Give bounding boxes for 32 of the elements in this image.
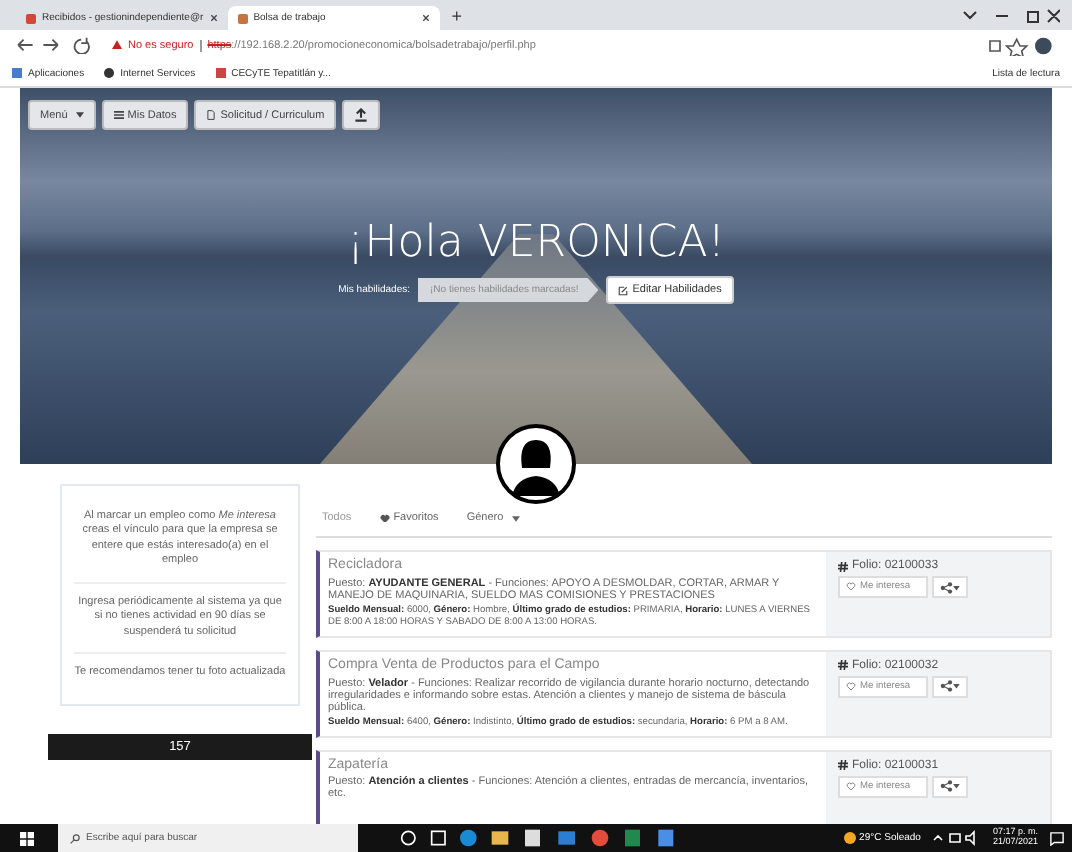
share-icon [940, 581, 961, 593]
windows-start-icon[interactable] [20, 831, 34, 845]
hash-icon [838, 760, 848, 771]
close-icon[interactable] [421, 14, 430, 22]
list-icon [113, 110, 124, 120]
heart-icon [379, 513, 390, 523]
share-icon [940, 780, 961, 793]
caret-icon [75, 112, 84, 118]
hash-icon [838, 561, 848, 571]
upload-button[interactable] [342, 100, 381, 130]
share-button[interactable] [932, 775, 969, 798]
warning-icon [112, 40, 122, 50]
document-icon [206, 110, 217, 120]
search-icon [70, 833, 80, 843]
page-icon [237, 13, 248, 23]
share-icon [940, 680, 961, 693]
heart-outline-icon [846, 682, 856, 692]
heart-outline-icon [846, 781, 856, 791]
window-controls-icon[interactable] [960, 7, 1060, 23]
greeting-title: ¡Hola VERONICA! [346, 218, 726, 268]
heart-outline-icon [846, 582, 856, 592]
new-tab-button[interactable]: + [439, 5, 474, 25]
system-tray-icon[interactable] [932, 830, 981, 846]
share-button[interactable] [932, 576, 969, 598]
hash-icon [838, 660, 848, 671]
share-button[interactable] [932, 675, 969, 698]
avatar-silhouette [496, 424, 576, 504]
upload-icon [354, 108, 369, 122]
caret-icon [511, 515, 520, 521]
close-icon[interactable] [209, 14, 218, 22]
notification-icon[interactable] [1050, 831, 1064, 845]
edit-icon [618, 285, 629, 295]
